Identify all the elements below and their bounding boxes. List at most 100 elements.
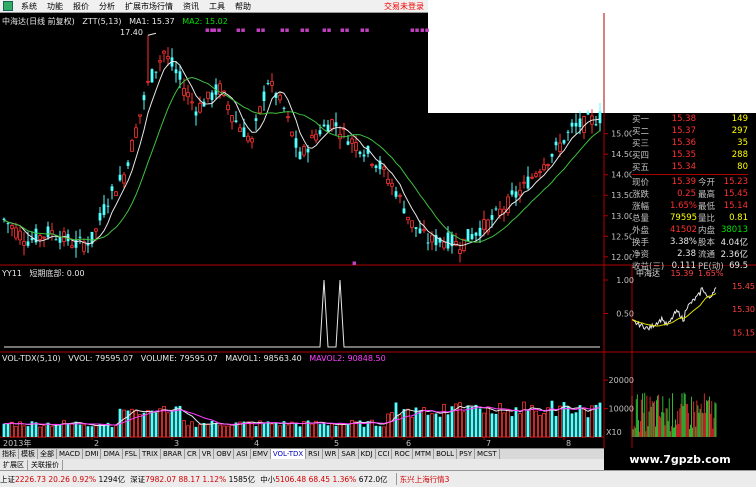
volume-bar [90, 426, 94, 437]
volume-bar [478, 408, 482, 437]
x-start-label: 2013年 [3, 438, 31, 448]
tab-emv[interactable]: EMV [251, 449, 271, 459]
candle-body [18, 230, 22, 241]
volume-bar [486, 406, 490, 438]
candle-body [430, 234, 434, 243]
volume-bar [206, 424, 210, 438]
volume-bar [122, 409, 126, 438]
event-marker: ▪▪ [280, 26, 290, 34]
candle-body [494, 208, 498, 210]
stat-value-2: 15.14 [723, 201, 748, 211]
tab-obv[interactable]: OBV [214, 449, 235, 459]
candle-body [310, 134, 314, 139]
volume-bar [354, 421, 358, 438]
volume-bar [34, 422, 38, 437]
tab-boll[interactable]: BOLL [434, 449, 458, 459]
tab-全部[interactable]: 全部 [38, 449, 57, 459]
candle-body [534, 173, 538, 177]
candle-body [538, 171, 542, 174]
candle-body [598, 111, 602, 124]
subtab-0[interactable]: 扩展区 [0, 459, 28, 470]
status-sh[interactable]: 上证2226.73 20.26 0.92% 1294亿 [0, 474, 125, 485]
tab-vol-tdx[interactable]: VOL-TDX [270, 449, 307, 459]
volume-bar [574, 412, 578, 437]
candle-body [38, 235, 42, 240]
candle-body [558, 142, 562, 152]
stat-value: 3.38% [670, 237, 698, 247]
candle-body [374, 165, 378, 168]
stat-label-2: 最高 [698, 190, 716, 200]
volume-bar [50, 425, 54, 438]
tab-psy[interactable]: PSY [457, 449, 476, 459]
indicator-tab-bar: 指标 模板 全部 MACD DMI DMA FSL TRIX BRAR CR VR OBV ASI EMV… [0, 448, 604, 459]
candle-body [22, 241, 26, 246]
candle-body [182, 87, 186, 96]
indicator-value: 短期底部: 0.00 [29, 269, 85, 278]
tab-rsi[interactable]: RSI [306, 449, 323, 459]
chart-title: 中海达(日线 前复权) [2, 17, 75, 26]
candle-body [178, 71, 182, 80]
volume-bar [510, 416, 514, 437]
volume-bar [62, 420, 66, 438]
stat-label-2: 量比 [698, 214, 716, 224]
candle-body [566, 131, 570, 133]
tab-vr[interactable]: VR [200, 449, 215, 459]
volume-bar [190, 421, 194, 438]
tab-cci[interactable]: CCI [376, 449, 393, 459]
tab-指标[interactable]: 指标 [0, 449, 19, 459]
tab-asi[interactable]: ASI [234, 449, 251, 459]
bid-row: 买二 15.37 297 [632, 125, 748, 137]
candle-body [466, 229, 470, 242]
mini-avg-line [631, 293, 717, 327]
volume-bar [578, 405, 582, 437]
candle-body [370, 163, 374, 166]
event-marker: ▪▪ [322, 26, 332, 34]
candle-body [526, 176, 530, 189]
volume-bar [518, 413, 522, 438]
status-sz[interactable]: 深证7982.07 88.17 1.12% 1585亿 [130, 474, 255, 485]
tab-kdj[interactable]: KDJ [359, 449, 376, 459]
y-tick-label: 14.00 [611, 171, 634, 180]
mini-stock-name: 中海达 [636, 269, 660, 278]
status-server[interactable]: 东兴上海行情3 [400, 474, 450, 485]
tab-trix[interactable]: TRIX [140, 449, 161, 459]
volume-bar [446, 414, 450, 437]
tab-wr[interactable]: WR [323, 449, 340, 459]
volume-bar [22, 425, 26, 438]
tab-dma[interactable]: DMA [101, 449, 123, 459]
event-marker: ▪▪ [340, 26, 350, 34]
tab-mtm[interactable]: MTM [413, 449, 435, 459]
volume-bar [166, 412, 170, 438]
volume-bar [386, 413, 390, 438]
volume-bar [458, 402, 462, 438]
stat-row: 净资 2.38 流通 2.36亿 [632, 248, 748, 260]
candle-body [334, 122, 338, 127]
stat-value-2: 4.04亿 [720, 238, 748, 248]
tab-mcst[interactable]: MCST [475, 449, 500, 459]
tab-macd[interactable]: MACD [57, 449, 83, 459]
subtab-1[interactable]: 关联报价 [28, 459, 63, 470]
tab-dmi[interactable]: DMI [83, 449, 102, 459]
volume-bar [546, 407, 550, 438]
volume-bar [246, 421, 250, 438]
tab-cr[interactable]: CR [185, 449, 200, 459]
candle-body [226, 104, 230, 110]
volume-bar [378, 426, 382, 437]
volume-bar [490, 413, 494, 437]
tab-fsl[interactable]: FSL [123, 449, 140, 459]
volume-bar [138, 414, 142, 438]
tab-sar[interactable]: SAR [339, 449, 359, 459]
candle-body [186, 92, 190, 98]
volume-bar [250, 421, 254, 438]
stat-value: 41502 [670, 225, 698, 235]
volume-bar [594, 404, 598, 437]
tab-brar[interactable]: BRAR [161, 449, 185, 459]
stat-row: 总量 79595 量比 0.81 [632, 212, 748, 224]
status-zx[interactable]: 中小5106.48 68.45 1.36% 672.0亿 [260, 474, 387, 485]
x-tick-label: 5 [334, 439, 339, 448]
tab-模板[interactable]: 模板 [19, 449, 38, 459]
tab-roc[interactable]: ROC [392, 449, 413, 459]
candle-body [562, 140, 566, 144]
volume-bar [558, 405, 562, 438]
event-marker: ▪▪ [420, 26, 430, 34]
